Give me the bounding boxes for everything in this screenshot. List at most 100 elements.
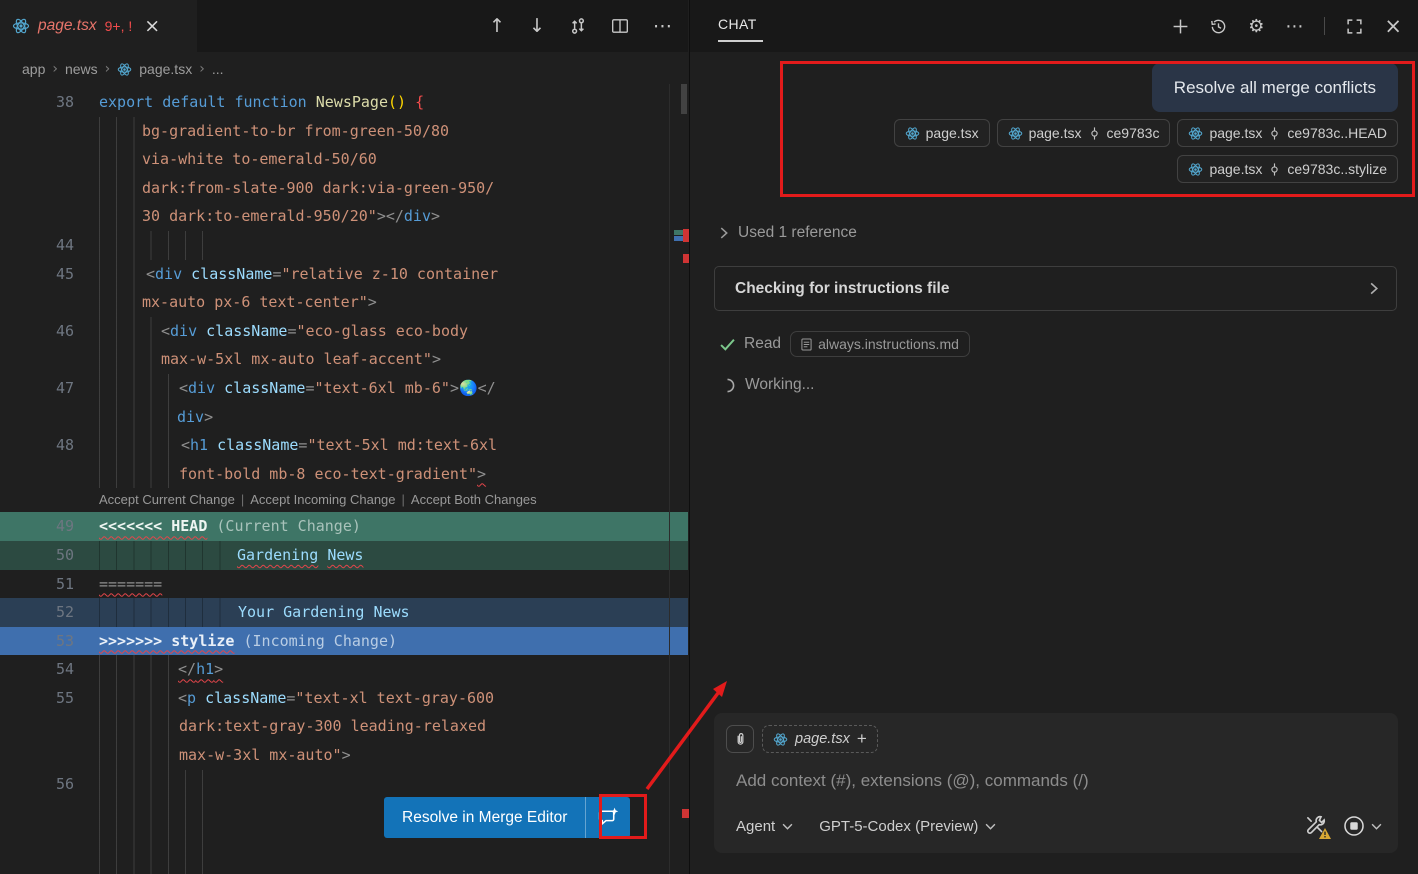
code-token: Gardening bbox=[237, 546, 318, 564]
used-references-toggle[interactable]: Used 1 reference bbox=[720, 224, 857, 242]
attachment-file-chip[interactable]: page.tsx ce9783c..stylize bbox=[1177, 155, 1398, 183]
breadcrumb-symbol[interactable]: ... bbox=[212, 61, 224, 77]
editor-actions: ↑ ↓ ⋯ bbox=[489, 0, 672, 52]
context-file-chip[interactable]: page.tsx + bbox=[762, 725, 878, 753]
codelens-link[interactable]: Accept Both Changes bbox=[411, 492, 537, 507]
maximize-panel-icon[interactable] bbox=[1346, 18, 1363, 35]
previous-change-icon[interactable]: ↑ bbox=[489, 15, 505, 37]
breadcrumb-separator-icon: › bbox=[199, 61, 205, 77]
breadcrumb-app[interactable]: app bbox=[22, 61, 45, 77]
code-token: font-bold mb-8 eco-text-gradient" bbox=[179, 465, 477, 483]
settings-gear-icon[interactable]: ⚙ bbox=[1248, 16, 1264, 37]
vscode-window: page.tsx 9+, ! × ↑ ↓ ⋯ bbox=[0, 0, 1418, 874]
overview-ruler bbox=[669, 84, 670, 874]
indent-guides bbox=[99, 798, 205, 827]
context-row: page.tsx + bbox=[726, 725, 878, 753]
codelens-separator: | bbox=[396, 492, 411, 507]
code-token: 🌏 bbox=[459, 379, 478, 397]
code-line: 44 bbox=[0, 231, 688, 260]
indent-guides bbox=[99, 460, 175, 489]
code-token: export default function bbox=[99, 93, 316, 111]
working-label: Working... bbox=[745, 376, 815, 394]
code-token: (Current Change) bbox=[207, 517, 361, 535]
read-file-chip[interactable]: always.instructions.md bbox=[790, 331, 970, 357]
stop-button[interactable] bbox=[1343, 815, 1382, 837]
editor-pane: page.tsx 9+, ! × ↑ ↓ ⋯ bbox=[0, 0, 688, 874]
instructions-panel-title: Checking for instructions file bbox=[715, 280, 1370, 298]
tab-page-tsx[interactable]: page.tsx 9+, ! × bbox=[0, 0, 197, 52]
history-icon[interactable] bbox=[1210, 18, 1227, 35]
split-editor-icon[interactable] bbox=[611, 17, 629, 35]
chevron-down-icon bbox=[1371, 823, 1382, 830]
code-line: max-w-3xl mx-auto"> bbox=[0, 741, 688, 770]
indent-guides bbox=[99, 770, 205, 799]
file-icon bbox=[801, 338, 812, 351]
code-line: font-bold mb-8 eco-text-gradient"> bbox=[0, 460, 688, 489]
code-token: News bbox=[327, 546, 363, 564]
breadcrumb-file[interactable]: page.tsx bbox=[139, 61, 192, 77]
line-number: 47 bbox=[0, 374, 74, 403]
add-icon: + bbox=[857, 729, 867, 749]
tab-chat[interactable]: CHAT bbox=[718, 16, 757, 32]
indent-guides bbox=[99, 145, 138, 174]
react-file-icon bbox=[905, 126, 920, 141]
code-editor[interactable]: 38export default function NewsPage() {bg… bbox=[0, 88, 688, 874]
configure-tools-button[interactable] bbox=[1304, 814, 1328, 838]
read-step-row: Read always.instructions.md bbox=[720, 331, 970, 357]
line-number: 49 bbox=[0, 512, 74, 541]
mode-picker[interactable]: Agent bbox=[736, 818, 793, 835]
git-commit-icon bbox=[1268, 126, 1281, 141]
code-token: > bbox=[342, 746, 351, 764]
code-line: 52Your Gardening News bbox=[0, 598, 688, 627]
code-token: dark:text-gray-300 leading-relaxed bbox=[179, 717, 486, 735]
line-number: 44 bbox=[0, 231, 74, 260]
next-change-icon[interactable]: ↓ bbox=[529, 15, 545, 37]
code-token: h1 bbox=[196, 660, 214, 678]
indent-guides bbox=[99, 317, 157, 346]
compare-changes-icon[interactable] bbox=[569, 17, 587, 35]
attachment-file-chip[interactable]: page.tsx ce9783c..HEAD bbox=[1177, 119, 1398, 147]
attachment-chip-row: page.tsx ce9783c..stylize bbox=[1177, 155, 1398, 183]
chat-sparkle-icon[interactable] bbox=[586, 797, 630, 838]
new-chat-icon[interactable] bbox=[1172, 18, 1189, 35]
code-token: < bbox=[161, 322, 170, 340]
line-number: 52 bbox=[0, 598, 74, 627]
code-token: > bbox=[450, 379, 459, 397]
chat-input-placeholder[interactable]: Add context (#), extensions (@), command… bbox=[736, 771, 1089, 791]
code-token: > bbox=[214, 660, 223, 678]
close-panel-icon[interactable]: × bbox=[1384, 14, 1402, 38]
close-tab-icon[interactable]: × bbox=[144, 17, 160, 36]
codelens-link[interactable]: Accept Incoming Change bbox=[250, 492, 395, 507]
instructions-file-panel[interactable]: Checking for instructions file bbox=[714, 266, 1397, 311]
code-token: (Incoming Change) bbox=[234, 632, 397, 650]
more-actions-icon[interactable]: ⋯ bbox=[1285, 16, 1303, 37]
attachment-file-chip[interactable]: page.tsx bbox=[894, 119, 990, 147]
attach-context-button[interactable] bbox=[726, 725, 754, 753]
divider bbox=[1324, 17, 1325, 35]
code-token bbox=[215, 379, 224, 397]
code-line: div> bbox=[0, 403, 688, 432]
code-token: <<<<<<< HEAD bbox=[99, 517, 207, 535]
resolve-in-merge-editor-button[interactable]: Resolve in Merge Editor bbox=[384, 797, 630, 838]
code-line: 54</h1> bbox=[0, 655, 688, 684]
chat-input-box[interactable]: page.tsx + Add context (#), extensions (… bbox=[714, 713, 1398, 853]
more-actions-icon[interactable]: ⋯ bbox=[653, 15, 672, 37]
code-line: 55<p className="text-xl text-gray-600 bbox=[0, 684, 688, 713]
code-token: > bbox=[431, 207, 440, 225]
code-token: max-w-3xl mx-auto" bbox=[179, 746, 342, 764]
chevron-down-icon bbox=[985, 823, 996, 830]
breadcrumb-news[interactable]: news bbox=[65, 61, 98, 77]
code-token: > bbox=[204, 408, 213, 426]
line-number: 53 bbox=[0, 627, 74, 656]
code-token: "text-xl text-gray-600 bbox=[295, 689, 494, 707]
model-picker[interactable]: GPT-5-Codex (Preview) bbox=[819, 818, 996, 835]
attachment-file-chip[interactable]: page.tsx ce9783c bbox=[997, 119, 1171, 147]
breadcrumb: app › news › page.tsx › ... bbox=[0, 52, 688, 86]
working-status: Working... bbox=[720, 376, 815, 394]
indent-guides bbox=[99, 684, 174, 713]
code-line: 45<div className="relative z-10 containe… bbox=[0, 260, 688, 289]
code-line: bg-gradient-to-br from-green-50/80 bbox=[0, 117, 688, 146]
codelens-link[interactable]: Accept Current Change bbox=[99, 492, 235, 507]
scrollbar-thumb[interactable] bbox=[681, 84, 687, 114]
code-token: max-w-5xl mx-auto leaf-accent" bbox=[161, 350, 432, 368]
